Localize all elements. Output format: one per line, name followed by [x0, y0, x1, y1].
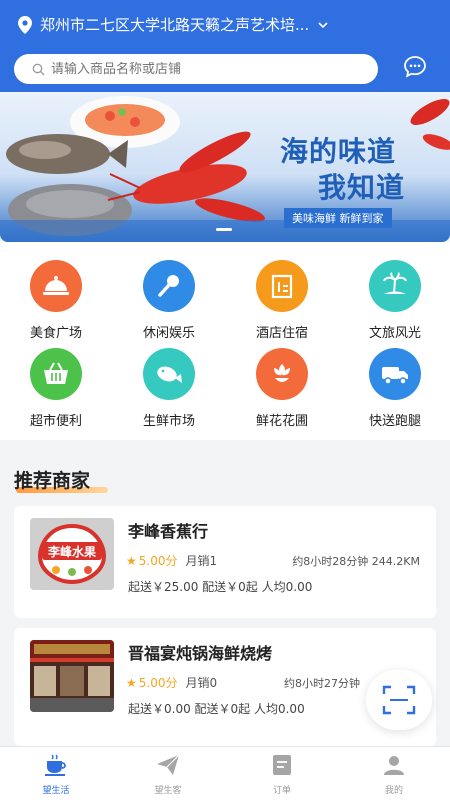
merchant-score: 5.00分 — [138, 554, 178, 568]
category-tourism[interactable]: 文旅风光 — [345, 260, 445, 341]
star-icon: ★ — [126, 675, 137, 690]
merchant-storefront-image — [30, 640, 114, 712]
coffee-cup-icon — [45, 754, 66, 776]
tab-label: 望生客 — [154, 786, 182, 796]
promo-banner[interactable]: 海的味道 我知道 美味海鲜 新鲜到家 — [0, 92, 450, 242]
merchant-fees: 起送￥0.00 配送￥0起 人均0.00 — [128, 702, 305, 716]
chevron-down-icon — [318, 21, 328, 28]
category-express-delivery[interactable]: 快送跑腿 — [345, 348, 445, 429]
merchant-rating-row: ★ 5.00分 月销0 — [126, 674, 217, 691]
category-entertainment[interactable]: 休闲娱乐 — [119, 260, 219, 341]
user-icon — [384, 756, 404, 775]
category-food-court[interactable]: 美食广场 — [6, 260, 106, 341]
category-label: 超市便利 — [29, 414, 82, 429]
merchant-name: 晋福宴炖锅海鲜烧烤 — [128, 644, 273, 663]
delivery-truck-icon — [369, 348, 421, 400]
category-label: 美食广场 — [29, 326, 82, 341]
chat-bubble-icon[interactable] — [402, 54, 428, 80]
order-list-icon — [273, 755, 291, 775]
flower-icon — [256, 348, 308, 400]
fish-icon — [143, 348, 195, 400]
scan-button[interactable] — [366, 670, 432, 730]
tab-label: 望生活 — [42, 786, 70, 796]
tab-label: 订单 — [272, 786, 291, 796]
merchant-logo: 李峰水果 — [30, 518, 114, 590]
merchant-monthly-sales: 月销1 — [185, 554, 218, 568]
category-label: 鲜花花圃 — [255, 414, 308, 429]
merchant-card[interactable]: 李峰水果 李峰香蕉行 ★ 5.00分 月销1 约8小时28分钟 244.2KM … — [14, 506, 436, 618]
search-bar[interactable] — [14, 54, 378, 84]
banner-slogan-line1: 海的味道 — [280, 135, 397, 168]
category-fresh-market[interactable]: 生鲜市场 — [119, 348, 219, 429]
merchant-name: 李峰香蕉行 — [128, 522, 209, 541]
banner-tagline: 美味海鲜 新鲜到家 — [284, 208, 392, 228]
merchant-score: 5.00分 — [138, 676, 178, 690]
category-hotel[interactable]: 酒店住宿 — [232, 260, 332, 341]
island-palm-icon — [369, 260, 421, 312]
category-label: 生鲜市场 — [142, 414, 195, 429]
banner-slogan-line2: 我知道 — [318, 171, 406, 204]
merchant-distance: 约8小时28分钟 244.2KM — [292, 555, 420, 568]
tab-orders[interactable]: 订单 — [252, 753, 312, 796]
dining-cloche-icon — [30, 260, 82, 312]
location-pin-icon — [18, 15, 32, 34]
hotel-building-icon — [256, 260, 308, 312]
scan-icon — [382, 685, 416, 715]
paper-plane-icon — [157, 754, 180, 775]
microphone-icon — [143, 260, 195, 312]
tab-label: 我的 — [384, 786, 403, 796]
search-input[interactable] — [51, 61, 351, 77]
shopping-basket-icon — [30, 348, 82, 400]
category-flowers[interactable]: 鲜花花圃 — [232, 348, 332, 429]
category-supermarket[interactable]: 超市便利 — [6, 348, 106, 429]
logo-text: 李峰水果 — [47, 544, 96, 559]
tab-mine[interactable]: 我的 — [364, 753, 424, 796]
category-grid: 美食广场 休闲娱乐 酒店住宿 文旅风光 超市便利 生鲜市场 鲜花花圃 快送跑腿 — [0, 242, 450, 440]
merchant-monthly-sales: 月销0 — [185, 676, 218, 690]
bottom-tab-bar: 望生活 望生客 订单 我的 — [0, 746, 450, 800]
category-label: 文旅风光 — [368, 326, 421, 341]
tab-guest[interactable]: 望生客 — [138, 753, 198, 796]
category-label: 休闲娱乐 — [142, 326, 195, 341]
top-header: 郑州市二七区大学北路天籁之声艺术培... — [0, 0, 450, 92]
merchant-fees: 起送￥25.00 配送￥0起 人均0.00 — [128, 580, 313, 594]
merchant-rating-row: ★ 5.00分 月销1 — [126, 552, 217, 569]
star-icon: ★ — [126, 553, 137, 568]
category-label: 酒店住宿 — [255, 326, 308, 341]
location-text: 郑州市二七区大学北路天籁之声艺术培... — [40, 16, 310, 34]
location-selector[interactable]: 郑州市二七区大学北路天籁之声艺术培... — [18, 14, 329, 35]
search-icon — [32, 63, 45, 75]
merchant-distance: 约8小时27分钟 — [284, 677, 360, 690]
carousel-indicator — [216, 228, 232, 231]
category-label: 快送跑腿 — [368, 414, 421, 429]
section-title: 推荐商家 — [14, 466, 108, 493]
tab-life[interactable]: 望生活 — [26, 753, 86, 796]
